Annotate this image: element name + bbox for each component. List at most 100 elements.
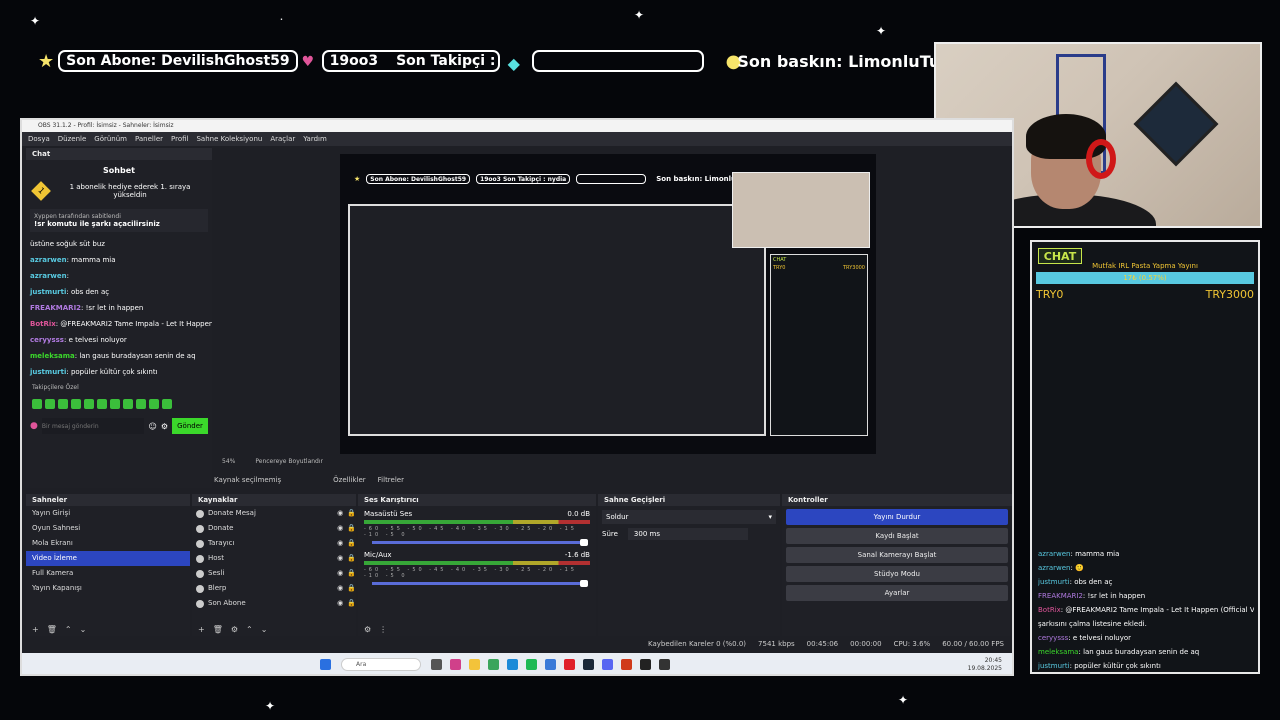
lock-icon[interactable]: 🔒 xyxy=(347,506,356,521)
source-item[interactable]: Son Abone ◉ 🔒 xyxy=(192,596,356,611)
lock-icon[interactable]: 🔒 xyxy=(347,536,356,551)
app-icon[interactable] xyxy=(450,659,461,670)
lock-icon[interactable]: 🔒 xyxy=(347,581,356,596)
chat-username[interactable]: FREAKMARI2 xyxy=(30,304,81,312)
preview-canvas[interactable]: ★ Son Abone: DevilishGhost59 19oo3 Son T… xyxy=(340,154,876,454)
source-item[interactable]: Donate Mesaj ◉ 🔒 xyxy=(192,506,356,521)
emote-icon[interactable] xyxy=(110,399,120,409)
more-icon[interactable]: ⋮ xyxy=(379,625,387,634)
chat-username[interactable]: meleksama xyxy=(30,352,75,360)
emote-icon[interactable] xyxy=(71,399,81,409)
emote-icon[interactable] xyxy=(84,399,94,409)
pinned-message[interactable]: Xyppen tarafından sabitlendi !sr komutu … xyxy=(30,209,208,232)
transition-select[interactable]: Soldur ▾ xyxy=(602,510,776,524)
lock-icon[interactable]: 🔒 xyxy=(347,596,356,611)
control-button[interactable]: Ayarlar xyxy=(786,585,1008,601)
chat-username[interactable]: ceryysss xyxy=(30,336,64,344)
steam-icon[interactable] xyxy=(583,659,594,670)
eye-icon[interactable]: ◉ xyxy=(337,581,343,596)
mic-icon[interactable]: ● xyxy=(30,421,38,431)
scene-item[interactable]: Video İzleme xyxy=(26,551,190,566)
emote-icon[interactable] xyxy=(45,399,55,409)
menu-item[interactable]: Araçlar xyxy=(270,135,295,143)
scene-item[interactable]: Yayın Kapanışı xyxy=(26,581,190,596)
send-button[interactable]: Gönder xyxy=(172,418,208,434)
up-icon[interactable]: ⌃ xyxy=(65,625,72,634)
control-button[interactable]: Sanal Kamerayı Başlat xyxy=(786,547,1008,563)
lock-icon[interactable]: 🔒 xyxy=(347,521,356,536)
chat-username[interactable]: BotRix xyxy=(30,320,56,328)
scene-item[interactable]: Mola Ekranı xyxy=(26,536,190,551)
emote-icon[interactable] xyxy=(136,399,146,409)
menu-item[interactable]: Düzenle xyxy=(58,135,87,143)
trash-icon[interactable]: 🗑 xyxy=(213,625,223,634)
gear-icon[interactable]: ⚙ xyxy=(231,625,238,634)
eye-icon[interactable]: ◉ xyxy=(337,506,343,521)
emote-icon[interactable] xyxy=(149,399,159,409)
source-item[interactable]: Donate ◉ 🔒 xyxy=(192,521,356,536)
emote-icon[interactable] xyxy=(32,399,42,409)
eye-icon[interactable]: ◉ xyxy=(337,596,343,611)
chat-username[interactable]: justmurti xyxy=(30,288,66,296)
settings-icon[interactable]: ⚙ xyxy=(161,422,168,431)
scene-item[interactable]: Full Kamera xyxy=(26,566,190,581)
taskbar-search[interactable]: Ara xyxy=(341,658,421,671)
chrome-icon[interactable] xyxy=(488,659,499,670)
trash-icon[interactable]: 🗑 xyxy=(47,625,57,634)
obs-icon[interactable] xyxy=(659,659,670,670)
filters-button[interactable]: Filtreler xyxy=(378,476,404,484)
add-icon[interactable]: + xyxy=(198,625,205,634)
source-item[interactable]: Tarayıcı ◉ 🔒 xyxy=(192,536,356,551)
app-icon[interactable] xyxy=(640,659,651,670)
folder-icon[interactable] xyxy=(469,659,480,670)
control-button[interactable]: Kaydı Başlat xyxy=(786,528,1008,544)
source-item[interactable]: Sesli ◉ 🔒 xyxy=(192,566,356,581)
emote-icon[interactable] xyxy=(162,399,172,409)
source-item[interactable]: Blerp ◉ 🔒 xyxy=(192,581,356,596)
properties-button[interactable]: Özellikler xyxy=(333,476,366,484)
control-button[interactable]: Yayını Durdur xyxy=(786,509,1008,525)
menu-item[interactable]: Paneller xyxy=(135,135,163,143)
scene-item[interactable]: Oyun Sahnesi xyxy=(26,521,190,536)
emote-icon[interactable] xyxy=(97,399,107,409)
duration-input[interactable]: 300 ms xyxy=(627,528,748,540)
down-icon[interactable]: ⌄ xyxy=(261,625,268,634)
edge-icon[interactable] xyxy=(507,659,518,670)
menu-item[interactable]: Görünüm xyxy=(94,135,127,143)
volume-slider[interactable] xyxy=(372,580,588,587)
menu-item[interactable]: Yardım xyxy=(303,135,327,143)
menu-item[interactable]: Sahne Koleksiyonu xyxy=(196,135,262,143)
slider-handle[interactable] xyxy=(580,539,588,546)
discord-icon[interactable] xyxy=(602,659,613,670)
lock-icon[interactable]: 🔒 xyxy=(347,566,356,581)
windows-start-icon[interactable] xyxy=(320,659,331,670)
app-icon[interactable] xyxy=(621,659,632,670)
source-item[interactable]: Host ◉ 🔒 xyxy=(192,551,356,566)
app-icon[interactable] xyxy=(431,659,442,670)
chat-input[interactable] xyxy=(41,418,145,434)
chat-username[interactable]: azrarwen xyxy=(30,272,67,280)
opera-icon[interactable] xyxy=(564,659,575,670)
eye-icon[interactable]: ◉ xyxy=(337,566,343,581)
emoji-icon[interactable]: ☺ xyxy=(148,422,156,431)
chat-username[interactable]: azrarwen xyxy=(30,256,67,264)
eye-icon[interactable]: ◉ xyxy=(337,536,343,551)
scene-item[interactable]: Yayın Girişi xyxy=(26,506,190,521)
slider-handle[interactable] xyxy=(580,580,588,587)
spotify-icon[interactable] xyxy=(526,659,537,670)
chat-username[interactable]: justmurti xyxy=(30,368,66,376)
down-icon[interactable]: ⌄ xyxy=(80,625,87,634)
eye-icon[interactable]: ◉ xyxy=(337,551,343,566)
control-button[interactable]: Stüdyo Modu xyxy=(786,566,1008,582)
gear-icon[interactable]: ⚙ xyxy=(364,625,371,634)
menu-item[interactable]: Profil xyxy=(171,135,188,143)
menu-item[interactable]: Dosya xyxy=(28,135,50,143)
up-icon[interactable]: ⌃ xyxy=(246,625,253,634)
eye-icon[interactable]: ◉ xyxy=(337,521,343,536)
emote-icon[interactable] xyxy=(58,399,68,409)
volume-slider[interactable] xyxy=(372,539,588,546)
app-icon[interactable] xyxy=(545,659,556,670)
emote-icon[interactable] xyxy=(123,399,133,409)
lock-icon[interactable]: 🔒 xyxy=(347,551,356,566)
add-icon[interactable]: + xyxy=(32,625,39,634)
